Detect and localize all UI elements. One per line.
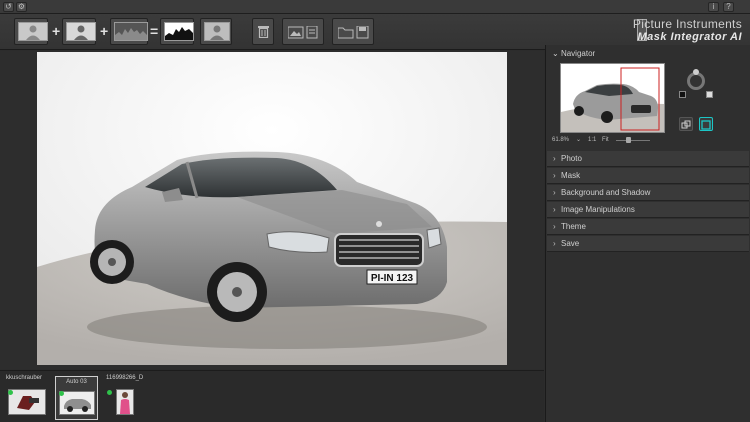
brand-name: Picture Instruments (632, 17, 742, 31)
section-image-manipulations[interactable]: › Image Manipulations (547, 202, 749, 218)
person-silhouette-icon (18, 22, 48, 41)
gear-icon: ⚙ (17, 2, 26, 11)
chevron-right-icon: › (553, 188, 556, 197)
license-plate: PI-IN 123 (371, 273, 414, 284)
single-view-button[interactable] (699, 117, 713, 131)
import-image-button[interactable] (282, 18, 324, 45)
status-dot (107, 390, 112, 395)
trash-icon (258, 26, 269, 38)
folder-icon (338, 26, 369, 39)
status-dot (8, 390, 13, 395)
folder-save-button[interactable] (332, 18, 374, 45)
filmstrip-item-label: 116998266_D (106, 375, 144, 381)
side-panel: ⌄ Navigator 61.8% ⌄ 1:1 Fit › Photo › Ma… (545, 45, 750, 422)
settings-button[interactable]: ⚙ (16, 2, 27, 12)
zoom-value: 61.8% (552, 137, 570, 143)
chevron-right-icon: › (553, 154, 556, 163)
section-save[interactable]: › Save (547, 236, 749, 252)
product-name: Mask Integrator AI (637, 31, 742, 43)
mask-white-icon[interactable] (706, 91, 713, 98)
navigator-preview[interactable] (560, 63, 665, 133)
section-label: Background and Shadow (561, 188, 651, 197)
section-label: Photo (561, 154, 582, 163)
result-preview-icon (164, 22, 194, 41)
section-label: Image Manipulations (561, 205, 635, 214)
status-dot (59, 391, 64, 396)
mask-black-icon[interactable] (679, 91, 686, 98)
undo-icon: ↺ (5, 2, 12, 11)
overlap-icon (681, 120, 691, 129)
chevron-right-icon: › (553, 205, 556, 214)
app-window: ↺ ⚙ i ? + + = Picture Instruments Mask I… (0, 0, 750, 422)
person-mask-button[interactable] (200, 18, 232, 45)
section-background-and-shadow[interactable]: › Background and Shadow (547, 185, 749, 201)
filmstrip-item[interactable]: kkuschrauber (6, 375, 46, 415)
navigator-header[interactable]: ⌄ Navigator (552, 49, 595, 58)
navigator-car-preview (561, 64, 664, 132)
chevron-right-icon: › (553, 239, 556, 248)
filmstrip-thumbnail (59, 391, 95, 415)
section-label: Save (561, 239, 580, 248)
background-button[interactable] (62, 18, 96, 45)
filmstrip: kkuschrauber Auto 03 116998266_D (0, 370, 544, 422)
section-photo[interactable]: › Photo (547, 151, 749, 167)
undo-button[interactable]: ↺ (3, 2, 14, 12)
title-bar: ↺ ⚙ i ? (0, 0, 750, 14)
navigator-title: Navigator (560, 49, 596, 58)
section-mask[interactable]: › Mask (547, 168, 749, 184)
zoom-1-1-button[interactable]: 1:1 (588, 137, 596, 143)
zoom-dropdown-icon[interactable]: ⌄ (576, 136, 581, 143)
zoom-fit-button[interactable]: Fit (602, 137, 609, 143)
square-icon (701, 120, 711, 130)
waveform-icon (114, 22, 148, 41)
photo-canvas[interactable]: PI-IN 123 (37, 52, 507, 365)
section-label: Mask (561, 171, 581, 180)
plus-operator: + (52, 23, 61, 39)
section-theme[interactable]: › Theme (547, 219, 749, 235)
chevron-down-icon: ⌄ (552, 49, 559, 58)
filmstrip-item[interactable]: 116998266_D (106, 375, 144, 415)
info-button[interactable]: i (708, 2, 719, 12)
chevron-right-icon: › (553, 222, 556, 231)
equals-operator: = (150, 23, 159, 39)
info-icon: i (712, 2, 715, 11)
car-photo: PI-IN 123 (37, 52, 507, 365)
plus-operator-2: + (100, 23, 109, 39)
filmstrip-thumbnail (8, 389, 46, 415)
help-button[interactable]: ? (723, 2, 734, 12)
filmstrip-item-label: kkuschrauber (6, 375, 43, 381)
photo-button[interactable] (14, 18, 48, 45)
filmstrip-item-selected[interactable]: Auto 03 (55, 376, 98, 420)
chevron-right-icon: › (553, 171, 556, 180)
mask-button[interactable] (110, 18, 148, 45)
result-button[interactable] (160, 18, 194, 45)
zoom-slider-handle[interactable] (626, 137, 631, 143)
delete-button[interactable] (252, 18, 274, 45)
dial-indicator (693, 69, 699, 75)
filmstrip-thumbnail (116, 389, 134, 415)
zoom-slider-track[interactable] (616, 140, 650, 141)
split-view-button[interactable] (679, 117, 693, 131)
help-icon: ? (726, 2, 731, 11)
image-import-icon (288, 26, 318, 39)
person-background-icon (66, 22, 96, 41)
person-icon (204, 22, 230, 41)
filmstrip-item-label: Auto 03 (66, 379, 87, 385)
section-label: Theme (561, 222, 586, 231)
canvas-area[interactable]: PI-IN 123 (0, 51, 544, 369)
